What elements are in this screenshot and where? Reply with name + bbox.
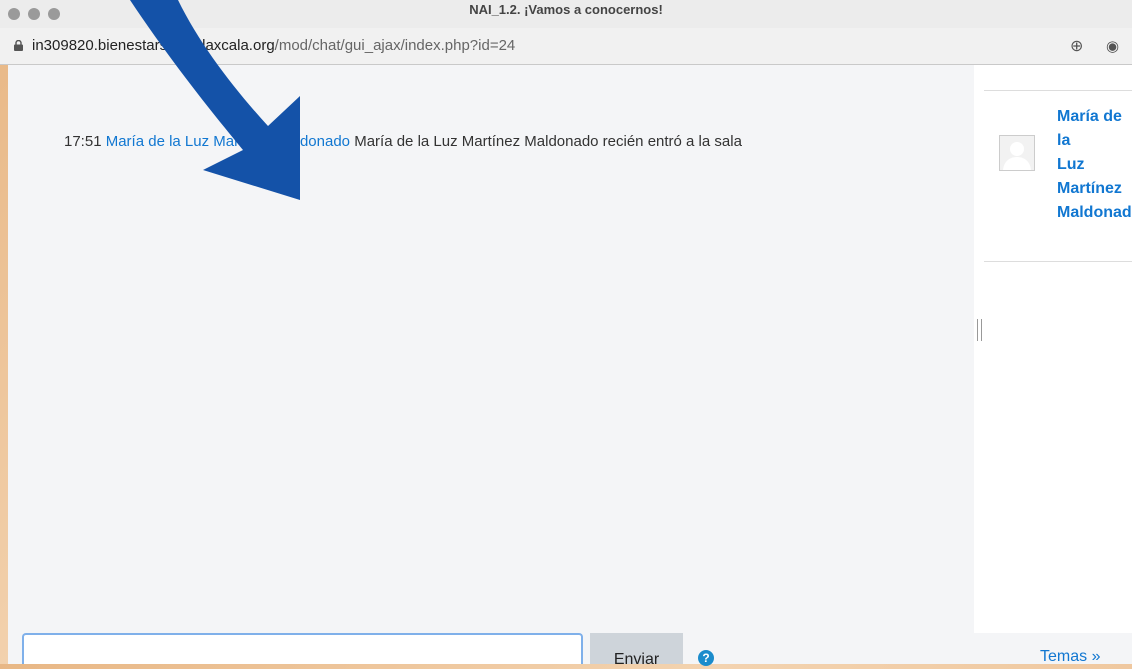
message-text: María de la Luz Martínez Maldonado recié… [354, 133, 742, 150]
user-name-line: Martínez [1057, 180, 1122, 197]
eye-icon[interactable]: ◉ [1106, 37, 1119, 55]
user-name-line: María de la [1057, 108, 1122, 149]
zoom-icon[interactable]: ⊕ [1070, 36, 1083, 56]
window-title: NAI_1.2. ¡Vamos a conocernos! [469, 2, 663, 17]
chat-messages-pane: 17:51 María de la Luz Martínez Maldonado… [8, 65, 974, 633]
chat-message: 17:51 María de la Luz Martínez Maldonado… [64, 133, 742, 150]
themes-link[interactable]: Temas » [1040, 648, 1100, 666]
message-time: 17:51 [64, 133, 102, 150]
composer-bar: Enviar ? Temas » [8, 633, 1132, 668]
send-button[interactable]: Enviar [590, 633, 683, 668]
url-domain: in309820.bienestarsocialtlaxcala.org [32, 37, 275, 54]
chat-page: 17:51 María de la Luz Martínez Maldonado… [8, 65, 1132, 668]
user-name-line: Luz [1057, 156, 1085, 173]
user-avatar-icon [999, 135, 1035, 171]
user-name-link[interactable]: María de la Luz Martínez Maldonado [1057, 105, 1132, 225]
message-input[interactable] [22, 633, 583, 664]
user-list-sidebar: María de la Luz Martínez Maldonado [974, 65, 1132, 633]
url-text[interactable]: in309820.bienestarsocialtlaxcala.org/mod… [32, 37, 515, 54]
message-author-link[interactable]: María de la Luz Martínez Maldonado [106, 133, 350, 150]
pane-resize-handle[interactable] [977, 319, 982, 341]
user-name-line: Maldonado [1057, 204, 1132, 221]
user-list-item[interactable]: María de la Luz Martínez Maldonado [984, 90, 1132, 262]
lock-icon [14, 40, 23, 51]
window-titlebar: NAI_1.2. ¡Vamos a conocernos! [0, 0, 1132, 28]
url-path: /mod/chat/gui_ajax/index.php?id=24 [274, 37, 516, 54]
address-bar[interactable]: in309820.bienestarsocialtlaxcala.org/mod… [0, 28, 1132, 65]
